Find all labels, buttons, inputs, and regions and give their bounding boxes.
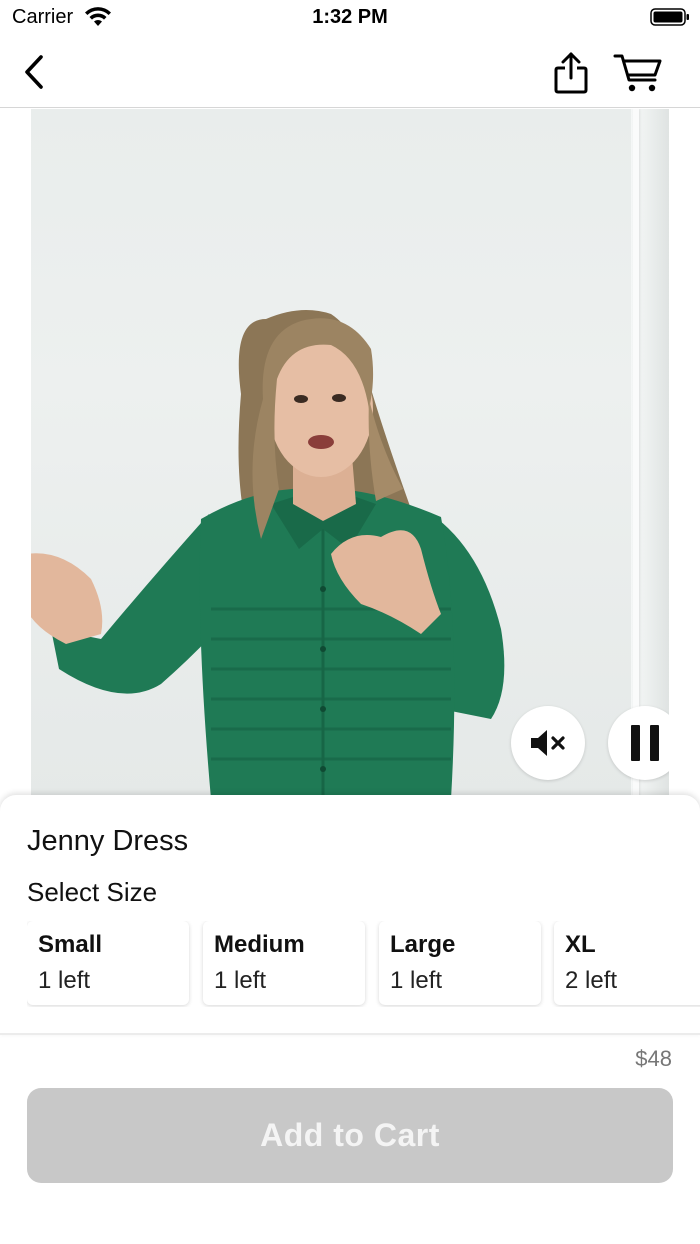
size-stock: 2 left: [565, 967, 618, 994]
share-icon: [554, 52, 588, 94]
footer-divider: [0, 1033, 700, 1035]
size-stock: 1 left: [214, 967, 267, 994]
chevron-left-icon: [25, 55, 43, 89]
size-name: Large: [390, 931, 456, 958]
mute-button[interactable]: [511, 706, 585, 780]
pause-icon: [631, 725, 659, 761]
size-name: XL: [565, 931, 596, 958]
select-size-heading: Select Size: [27, 877, 158, 907]
price-label: $48: [635, 1046, 672, 1071]
speaker-muted-icon: [531, 730, 565, 756]
status-bar: Carrier 1:32 PM: [0, 0, 700, 40]
size-stock: 1 left: [38, 967, 91, 994]
size-options: Small 1 left Medium 1 left Large 1 left …: [27, 921, 700, 1007]
status-time: 1:32 PM: [312, 6, 388, 28]
presenter-image: [31, 310, 505, 799]
cart-button[interactable]: [610, 48, 666, 98]
back-button[interactable]: [14, 50, 54, 94]
size-option-large[interactable]: Large 1 left: [379, 921, 541, 1005]
cart-icon: [613, 54, 662, 92]
size-name: Small: [38, 931, 103, 958]
product-title: Jenny Dress: [27, 825, 189, 857]
size-option-small[interactable]: Small 1 left: [27, 921, 189, 1005]
size-stock: 1 left: [390, 967, 443, 994]
size-option-xl[interactable]: XL 2 left: [554, 921, 700, 1005]
battery-icon: [650, 8, 689, 26]
share-button[interactable]: [548, 48, 594, 98]
add-to-cart-button[interactable]: Add to Cart: [27, 1088, 673, 1183]
size-option-medium[interactable]: Medium 1 left: [203, 921, 365, 1005]
nav-bar: [0, 40, 700, 108]
product-sheet: Jenny Dress Select Size Small 1 left Med…: [0, 795, 700, 1035]
size-name: Medium: [214, 931, 305, 958]
product-video[interactable]: [31, 109, 669, 799]
